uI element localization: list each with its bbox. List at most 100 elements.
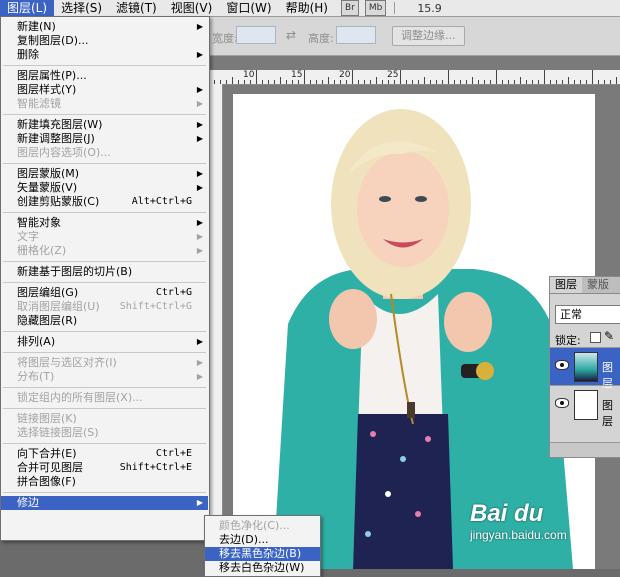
ruler-tick	[256, 70, 257, 84]
ruler-tick	[232, 77, 233, 84]
menu-item-label: 链接图层(K)	[17, 412, 77, 425]
blend-mode-select[interactable]: 正常	[555, 305, 620, 324]
ruler-tick	[334, 80, 335, 84]
menu-item[interactable]: 复制图层(D)...	[1, 34, 208, 48]
ruler-tick	[496, 70, 497, 84]
matting-submenu: 颜色净化(C)... 去边(D)... 移去黑色杂边(B) 移去白色杂边(W)	[204, 515, 321, 577]
menu-item[interactable]: 图层属性(P)...	[1, 69, 208, 83]
menu-filter[interactable]: 滤镜(T)	[109, 0, 164, 16]
layer-menu-dropdown: 新建(N) ▶ 复制图层(D)... 删除 ▶ 图层属性(P)... 图层样式(Y) ▶ 智能滤…	[0, 16, 210, 541]
tab-masks[interactable]: 蒙版	[582, 277, 614, 293]
ruler-number: 25	[387, 70, 399, 80]
menu-item-shortcut: Ctrl+G	[155, 287, 192, 298]
menu-item: 将图层与选区对齐(I) ▶	[1, 356, 208, 370]
ruler-tick	[538, 80, 539, 84]
visibility-eye-icon[interactable]	[555, 360, 569, 370]
width-label: 宽度:	[212, 32, 238, 45]
visibility-eye-icon[interactable]	[555, 398, 569, 408]
menu-separator	[3, 331, 206, 332]
ruler-tick	[292, 80, 293, 84]
menu-help[interactable]: 帮助(H)	[279, 0, 335, 16]
submenu-item-label: 颜色净化(C)...	[219, 519, 290, 532]
menu-separator	[3, 408, 206, 409]
ruler-tick	[250, 80, 251, 84]
ruler-tick	[262, 80, 263, 84]
menu-item[interactable]: 创建剪贴蒙版(C) Alt+Ctrl+G	[1, 195, 208, 209]
ruler-tick	[394, 80, 395, 84]
menu-item[interactable]: 图层编组(G) Ctrl+G	[1, 286, 208, 300]
ruler-tick	[520, 77, 521, 84]
mini-bridge-button[interactable]: Mb	[364, 0, 387, 16]
menu-item[interactable]: 新建调整图层(J) ▶	[1, 132, 208, 146]
menu-item-label: 矢量蒙版(V)	[17, 181, 78, 194]
submenu-arrow-icon: ▶	[196, 169, 203, 178]
menu-item[interactable]: 矢量蒙版(V) ▶	[1, 181, 208, 195]
submenu-item[interactable]: 移去白色杂边(W)	[205, 561, 320, 575]
width-input[interactable]	[236, 26, 276, 44]
ruler-number: 20	[339, 70, 351, 80]
layer-thumbnail	[574, 352, 598, 382]
menu-item[interactable]: 隐藏图层(R)	[1, 314, 208, 328]
menu-item[interactable]: 新建基于图层的切片(B)	[1, 265, 208, 279]
submenu-item-label: 移去黑色杂边(B)	[219, 547, 302, 560]
menu-item-label: 向下合并(E)	[17, 447, 77, 460]
menu-item-label: 智能滤镜	[17, 97, 61, 110]
layer-row-top[interactable]: 图层	[550, 347, 620, 390]
submenu-item-label: 移去白色杂边(W)	[219, 561, 305, 574]
ruler-tick	[442, 80, 443, 84]
menu-item: 栅格化(Z) ▶	[1, 244, 208, 258]
submenu-item[interactable]: 移去黑色杂边(B)	[205, 547, 320, 561]
menu-item-label: 分布(T)	[17, 370, 55, 383]
menu-item[interactable]: 合并可见图层 Shift+Ctrl+E	[1, 461, 208, 475]
menu-item[interactable]: 向下合并(E) Ctrl+E	[1, 447, 208, 461]
menu-bar: 图层(L) 选择(S) 滤镜(T) 视图(V) 窗口(W) 帮助(H) Br M…	[0, 0, 620, 17]
zoom-level[interactable]: 15.9	[417, 2, 442, 15]
menu-item[interactable]: 删除 ▶	[1, 48, 208, 62]
image-canvas[interactable]	[233, 94, 595, 569]
height-input[interactable]	[336, 26, 376, 44]
submenu-item[interactable]: 去边(D)...	[205, 533, 320, 547]
menu-item[interactable]: 新建(N) ▶	[1, 20, 208, 34]
refine-edge-button[interactable]: 调整边缘...	[392, 26, 465, 46]
height-label: 高度:	[308, 32, 334, 45]
menu-item-label: 文字	[17, 230, 39, 243]
menu-item[interactable]: 新建填充图层(W) ▶	[1, 118, 208, 132]
submenu-arrow-icon: ▶	[196, 99, 203, 108]
menu-separator	[3, 282, 206, 283]
menu-select[interactable]: 选择(S)	[54, 0, 109, 16]
ruler-tick	[448, 70, 449, 84]
ruler-tick	[424, 77, 425, 84]
ruler-tick	[364, 80, 365, 84]
ruler-tick	[358, 80, 359, 84]
ruler-tick	[604, 80, 605, 84]
menu-item[interactable]: 智能对象 ▶	[1, 216, 208, 230]
ruler-tick	[460, 80, 461, 84]
menu-item[interactable]: 修边 ▶	[1, 496, 208, 510]
menu-item: 分布(T) ▶	[1, 370, 208, 384]
layer-row-bottom[interactable]: 图层	[550, 385, 620, 428]
portrait-photo	[273, 109, 573, 569]
tab-layers[interactable]: 图层	[550, 277, 582, 293]
ruler-tick	[562, 80, 563, 84]
menu-view[interactable]: 视图(V)	[164, 0, 220, 16]
menu-window[interactable]: 窗口(W)	[219, 0, 278, 16]
ruler-tick	[280, 77, 281, 84]
swap-icon[interactable]: ⇄	[286, 28, 296, 42]
ruler-tick	[316, 80, 317, 84]
menu-item[interactable]: 排列(A) ▶	[1, 335, 208, 349]
menu-item-label: 复制图层(D)...	[17, 34, 89, 47]
lock-pixels-icon[interactable]: ✎	[604, 329, 614, 343]
ruler-tick	[544, 70, 545, 84]
menu-layer[interactable]: 图层(L)	[0, 0, 55, 16]
menu-item[interactable]: 拼合图像(F)	[1, 475, 208, 489]
menu-item[interactable]: 图层样式(Y) ▶	[1, 83, 208, 97]
menu-item-label: 图层内容选项(O)...	[17, 146, 111, 159]
ruler-tick	[436, 80, 437, 84]
ruler-tick	[574, 80, 575, 84]
menu-item: 文字 ▶	[1, 230, 208, 244]
lock-transparency-icon[interactable]	[590, 332, 601, 343]
layer-name: 图层	[602, 399, 613, 428]
menu-item[interactable]: 图层蒙版(M) ▶	[1, 167, 208, 181]
ruler-tick	[616, 77, 617, 84]
bridge-button[interactable]: Br	[340, 0, 359, 16]
